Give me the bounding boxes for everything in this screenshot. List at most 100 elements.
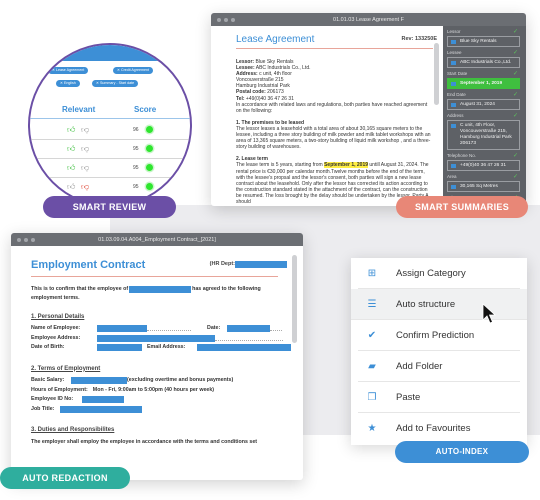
chip-label: Credit Agreement bbox=[121, 68, 149, 72]
status-dot bbox=[146, 145, 153, 152]
column-header-score[interactable]: Score bbox=[134, 105, 156, 114]
score-value: 95 bbox=[133, 165, 139, 171]
field-icon bbox=[451, 40, 456, 44]
field-icon bbox=[451, 124, 456, 128]
postal-value: 206173 bbox=[265, 89, 284, 96]
revision-number: Rev: 133250E bbox=[401, 36, 437, 42]
check-icon: ✓ bbox=[512, 71, 518, 77]
field-label: Lessor ✓ bbox=[447, 28, 520, 36]
chip-label: Lease Agreement bbox=[56, 68, 85, 72]
lease-document: Lease Agreement Rev: 133250E Lessor: Blu… bbox=[211, 26, 443, 206]
stage: 01.01.03 Lease Agreement F Lease Agreeme… bbox=[0, 0, 540, 500]
field-key: Email Address: bbox=[147, 344, 186, 350]
lease-agreement-window: 01.01.03 Lease Agreement F Lease Agreeme… bbox=[211, 13, 526, 206]
menu-item-label: Add to Favourites bbox=[396, 423, 471, 434]
chip-label: Summary - Start date bbox=[100, 81, 135, 85]
thumbs-down-icon[interactable]: 👎︎ bbox=[81, 126, 89, 134]
field-value: Blue Sky Rentals bbox=[460, 39, 497, 44]
thumbs-up-icon[interactable]: 👍︎ bbox=[67, 183, 75, 191]
text: The lease term is 5 years, starting from bbox=[236, 162, 325, 169]
field-label: Address ✓ bbox=[447, 112, 520, 120]
field-key: Name of Employee: bbox=[31, 325, 81, 331]
menu-item[interactable]: ★ Add to Favourites bbox=[358, 413, 520, 444]
redaction-box bbox=[129, 285, 192, 293]
scrollbar[interactable] bbox=[434, 43, 439, 105]
section-text: The lessor leases a leasehold with a tot… bbox=[236, 125, 431, 151]
check-icon: ✓ bbox=[512, 174, 518, 180]
label-text: Lessor bbox=[447, 29, 461, 34]
score-value: 95 bbox=[133, 146, 139, 152]
menu-item-label: Auto structure bbox=[396, 298, 456, 310]
field-value: Mon - Fri, 9:00am to 5:00pm (40 hours pe… bbox=[92, 386, 215, 393]
field-key: Date: bbox=[207, 325, 221, 331]
field-icon bbox=[451, 164, 456, 168]
scrollbar[interactable] bbox=[292, 255, 297, 343]
document-heading: Employment Contract bbox=[31, 259, 146, 271]
divider bbox=[30, 118, 190, 119]
thumbs-down-icon[interactable]: 👎︎ bbox=[81, 183, 89, 191]
hr-dept: (HR Dept: bbox=[210, 260, 287, 270]
thumbs-up-icon[interactable]: 👍︎ bbox=[67, 126, 75, 134]
menu-item-label: Confirm Prediction bbox=[396, 329, 475, 341]
heading-divider bbox=[236, 48, 433, 49]
summary-field[interactable]: +49(0)40 36 47 26 31 bbox=[447, 160, 520, 171]
menu-item[interactable]: ▰ Add Folder bbox=[358, 351, 520, 382]
menu-item[interactable]: ⊞ Assign Category bbox=[358, 258, 520, 289]
section-text: The employer shall employ the employee i… bbox=[31, 438, 258, 445]
field-label: End Date ✓ bbox=[447, 91, 520, 99]
window-title: 01.03.09.04.A004_Employment Contract_[20… bbox=[98, 236, 216, 243]
field-label: Lessee ✓ bbox=[447, 49, 520, 57]
field-key: Employee Address: bbox=[31, 334, 81, 341]
check-icon: ✓ bbox=[512, 113, 518, 119]
lessee-value: ABC Industrials Co., Ltd. bbox=[254, 65, 311, 72]
menu-item[interactable]: ❐ Paste bbox=[358, 382, 520, 413]
address-key: Address: bbox=[236, 71, 258, 78]
thumbs-down-icon[interactable]: 👎︎ bbox=[81, 164, 89, 172]
field-key: Hours of Employment: bbox=[31, 386, 88, 393]
status-dot bbox=[146, 183, 153, 190]
filter-chip[interactable]: ✕ Credit Agreement bbox=[113, 67, 153, 74]
header-bar bbox=[30, 45, 190, 61]
menu-item-label: Add Folder bbox=[396, 360, 443, 372]
label-text: End Date bbox=[447, 92, 466, 97]
thumbs-up-icon[interactable]: 👍︎ bbox=[67, 145, 75, 153]
filter-chip[interactable]: ✕ English bbox=[56, 80, 80, 87]
intro-text: This is to confirm that the employee of bbox=[31, 285, 129, 292]
menu-item-label: Paste bbox=[396, 391, 421, 403]
column-header-relevant[interactable]: Relevant bbox=[62, 105, 95, 114]
redaction-box bbox=[97, 325, 147, 333]
lessor-key: Lessor: bbox=[236, 59, 255, 65]
summary-field[interactable]: September 1, 2019 bbox=[447, 78, 520, 89]
titlebar: 01.03.09.04.A004_Employment Contract_[20… bbox=[11, 233, 303, 246]
summary-field[interactable]: 30,165 Sq Metres bbox=[447, 181, 520, 192]
field-icon bbox=[451, 103, 456, 107]
redaction-box bbox=[97, 344, 142, 352]
intro-text: has agreed to the following bbox=[192, 285, 261, 292]
filter-chip[interactable]: ✕ Lease Agreement bbox=[48, 67, 89, 74]
intro-paragraph: In accordance with related laws and regu… bbox=[236, 101, 428, 114]
field-key: Employee ID No: bbox=[31, 396, 74, 402]
menu-item[interactable]: ☰ Auto structure bbox=[351, 289, 527, 320]
highlighted-date[interactable]: September 1, 2019 bbox=[324, 162, 369, 169]
summary-field[interactable]: C unit, 4th Floor, Voncouverstraße 215, … bbox=[447, 120, 520, 150]
smart-summaries-label: SMART SUMMARIES bbox=[396, 196, 528, 218]
field-key: Job Title: bbox=[31, 405, 55, 412]
section-heading: 2. Terms of Employment bbox=[31, 365, 101, 372]
filter-chip[interactable]: ✕ Summary - Start date bbox=[92, 80, 139, 87]
status-dot bbox=[146, 126, 153, 133]
summary-field[interactable]: Blue Sky Rentals bbox=[447, 36, 520, 47]
check-icon: ✓ bbox=[512, 153, 518, 159]
review-row: 👍︎ 👎︎ 96 bbox=[30, 120, 190, 139]
paste-icon: ❐ bbox=[367, 391, 377, 403]
lessee-key: Lessee: bbox=[236, 65, 255, 72]
label-text: Area bbox=[447, 174, 457, 179]
thumbs-down-icon[interactable]: 👎︎ bbox=[81, 145, 89, 153]
summary-field[interactable]: August 31, 2024 bbox=[447, 99, 520, 110]
field-value: September 1, 2019 bbox=[460, 81, 503, 86]
thumbs-up-icon[interactable]: 👍︎ bbox=[67, 164, 75, 172]
field-value: 30,165 Sq Metres bbox=[460, 184, 498, 189]
summary-field[interactable]: ABC Industrials Co.,Ltd. bbox=[447, 57, 520, 68]
field-icon bbox=[451, 185, 456, 189]
score-value: 96 bbox=[133, 127, 139, 133]
redaction-box bbox=[235, 261, 287, 269]
